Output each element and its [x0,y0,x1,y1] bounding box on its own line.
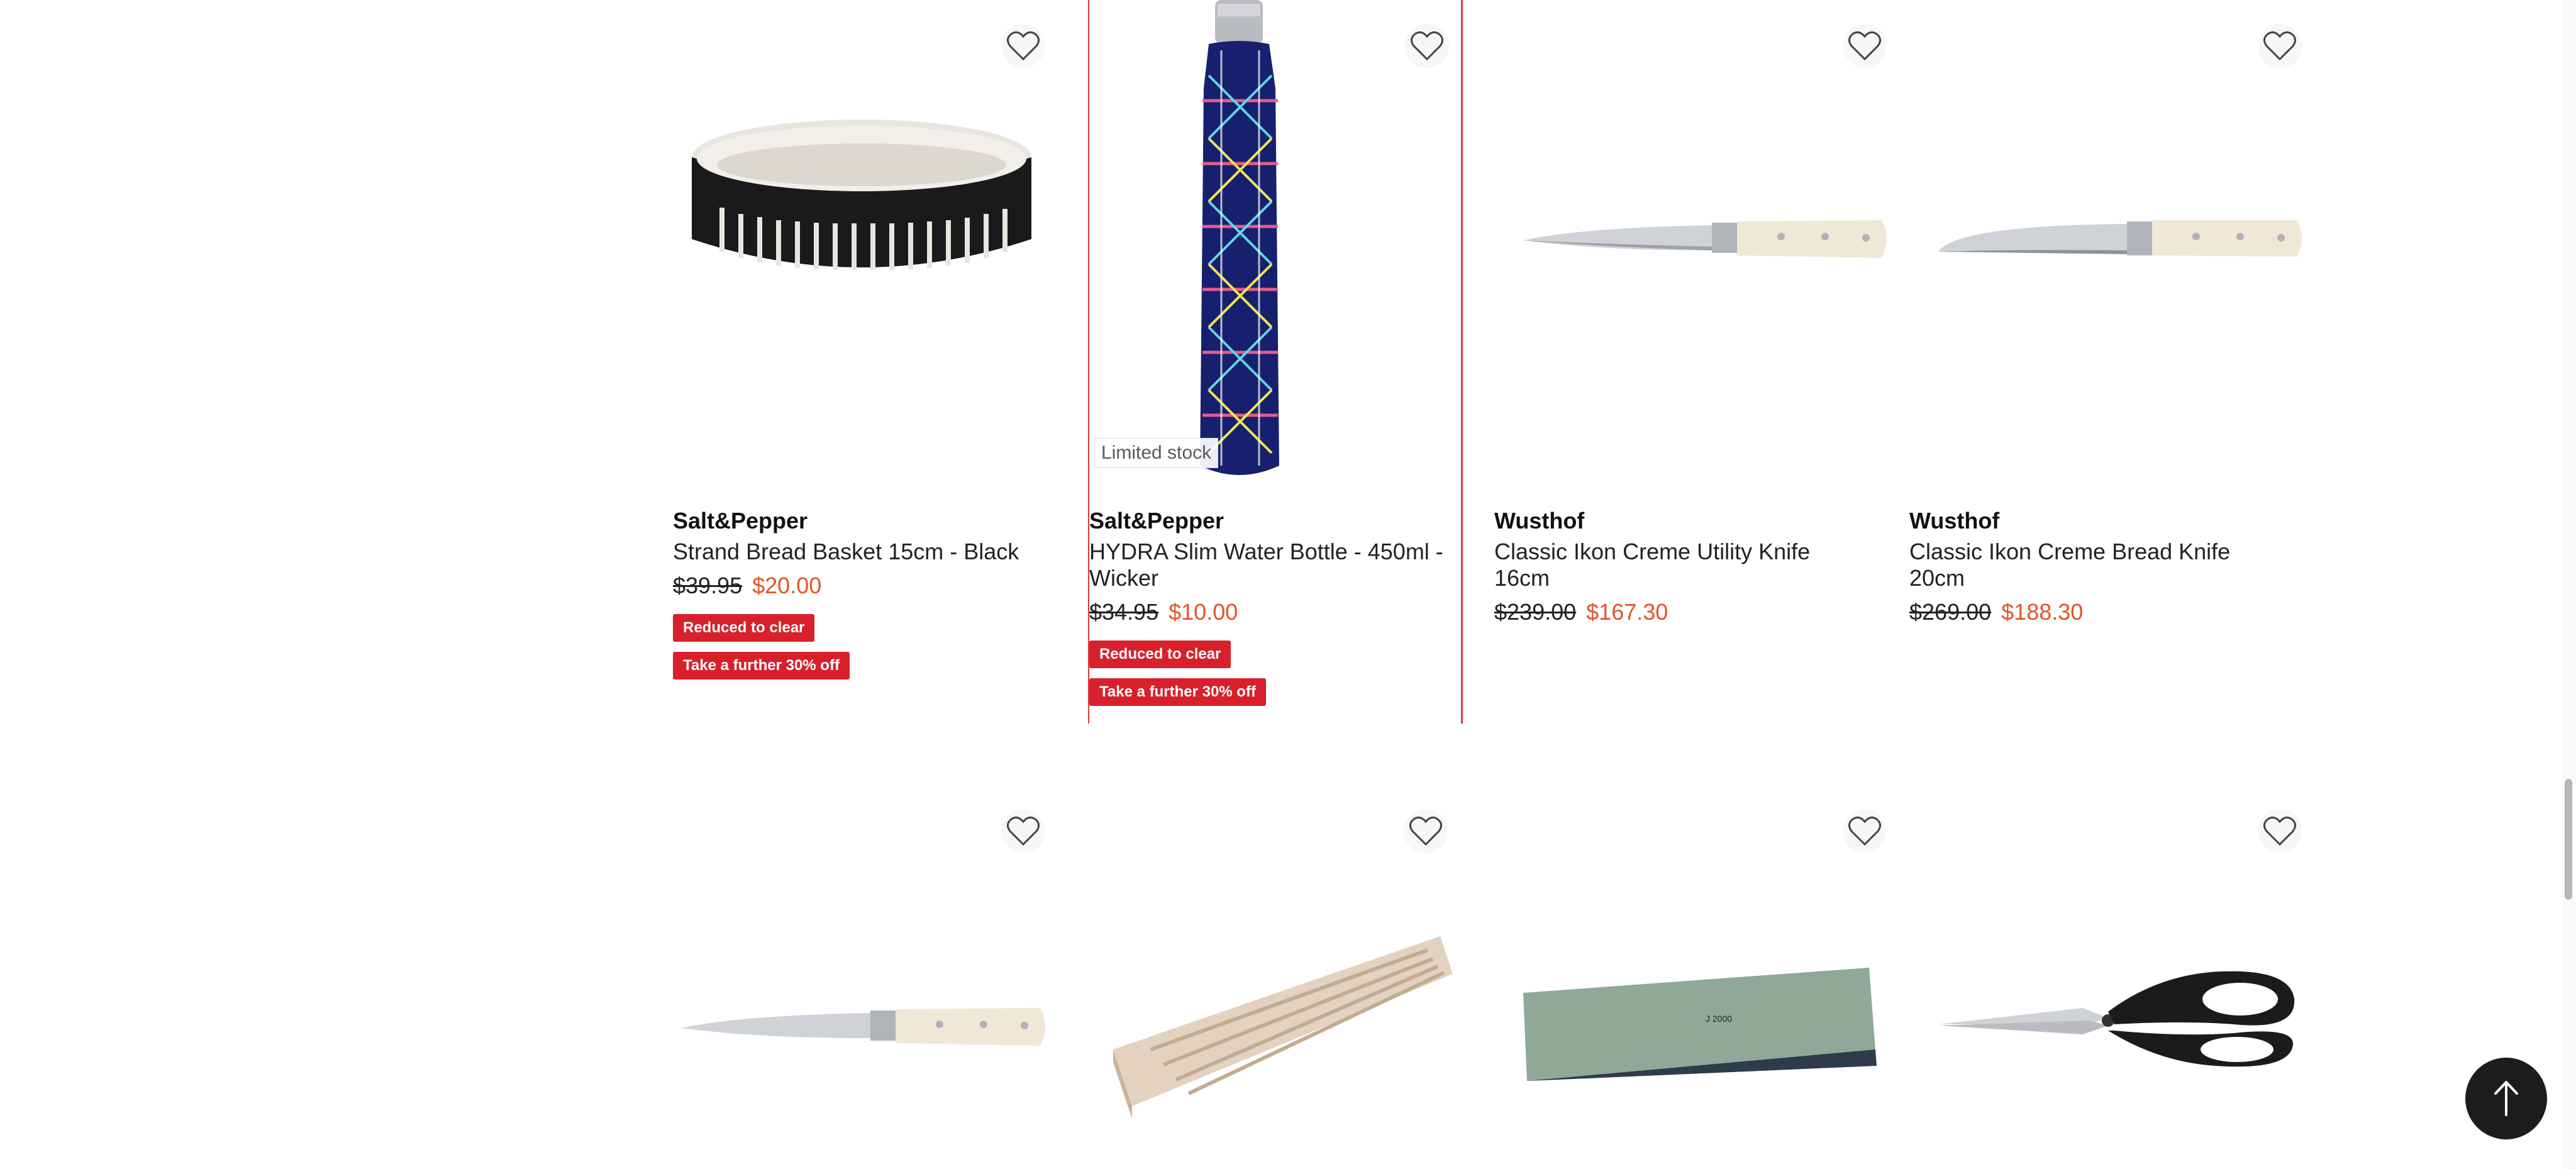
sale-price: $188.30 [2001,599,2084,625]
product-price: $39.95 $20.00 [673,573,1050,599]
heart-icon [2263,816,2296,846]
bread-basket-icon [692,120,1031,270]
wishlist-button[interactable] [1843,24,1887,68]
heart-icon [1007,816,1040,846]
wishlist-button[interactable] [1001,24,1045,68]
reduced-badge: Reduced to clear [673,614,815,642]
product-image[interactable] [663,785,1060,1169]
product-brand[interactable]: Salt&Pepper [673,507,1050,535]
stone-label: J 2000 [1706,1014,1732,1024]
scrollbar-thumb[interactable] [2565,779,2572,900]
product-price: $269.00 $188.30 [1909,599,2287,625]
original-price: $39.95 [673,573,743,598]
bread-knife-icon [1938,220,2302,257]
product-info: Wusthof Classic Ikon Creme Utility Knife… [1494,507,1872,625]
product-card[interactable]: J 2000 [1504,785,1902,1169]
reduced-badge: Reduced to clear [1089,640,1231,668]
heart-icon [1848,816,1881,846]
product-image[interactable]: J 2000 [1504,785,1902,1169]
product-price: $239.00 $167.30 [1494,599,1872,625]
wishlist-button[interactable] [1405,24,1449,68]
sharpening-stone-icon: J 2000 [1523,968,1877,1081]
product-card[interactable]: Wusthof Classic Ikon Creme Utility Knife… [1494,0,1902,629]
scrollbar[interactable] [2562,0,2576,1169]
original-price: $239.00 [1494,599,1577,625]
original-price: $269.00 [1909,599,1992,625]
further-off-badge: Take a further 30% off [673,652,850,680]
heart-icon [1007,31,1040,61]
product-image[interactable] [1088,785,1463,1169]
water-bottle-icon [1200,0,1279,475]
product-card[interactable] [1088,785,1463,1169]
wishlist-button[interactable] [1843,809,1887,853]
kitchen-shears-icon [1938,971,2295,1067]
product-brand[interactable]: Salt&Pepper [1089,507,1448,535]
product-info: Wusthof Classic Ikon Creme Bread Knife 2… [1909,507,2287,625]
heart-icon [1848,31,1881,61]
back-to-top-button[interactable] [2465,1058,2547,1139]
wishlist-button[interactable] [1001,809,1045,853]
product-brand[interactable]: Wusthof [1494,507,1872,535]
sale-price: $167.30 [1586,599,1668,625]
limited-stock-label: Limited stock [1094,438,1219,468]
product-card[interactable]: Salt&Pepper Strand Bread Basket 15cm - B… [663,0,1060,692]
product-image[interactable] [663,0,1060,484]
product-card[interactable] [663,785,1060,1169]
wishlist-button[interactable] [2258,809,2302,853]
wishlist-button[interactable] [1404,809,1448,853]
sale-price: $10.00 [1169,599,1238,625]
product-title[interactable]: Classic Ikon Creme Utility Knife 16cm [1494,539,1872,591]
product-info: Salt&Pepper Strand Bread Basket 15cm - B… [673,507,1050,680]
wishlist-button[interactable] [2258,24,2302,68]
product-image[interactable] [1504,0,1902,484]
product-card[interactable] [1919,785,2317,1169]
utility-knife-icon [1523,220,1887,258]
product-card[interactable]: Wusthof Classic Ikon Creme Bread Knife 2… [1909,0,2317,629]
product-brand[interactable]: Wusthof [1909,507,2287,535]
product-title[interactable]: Strand Bread Basket 15cm - Black [673,539,1050,565]
product-image[interactable] [1919,0,2317,484]
arrow-up-icon [2494,1081,2518,1116]
product-image[interactable]: Limited stock [1089,0,1464,484]
original-price: $34.95 [1089,599,1159,625]
heart-icon [1409,816,1442,846]
sale-price: $20.00 [752,573,822,598]
product-title[interactable]: HYDRA Slim Water Bottle - 450ml - Wicker [1089,539,1448,591]
badge-list: Reduced to clear Take a further 30% off [1089,630,1448,706]
product-info: Salt&Pepper HYDRA Slim Water Bottle - 45… [1089,507,1448,706]
product-card[interactable]: Limited stock Salt&Pepper HYDRA Slim Wat… [1088,0,1463,724]
product-title[interactable]: Classic Ikon Creme Bread Knife 20cm [1909,539,2287,591]
knife-icon [682,1008,1045,1046]
heart-icon [1411,31,1443,61]
product-image[interactable] [1919,785,2317,1169]
heart-icon [2263,31,2296,61]
product-price: $34.95 $10.00 [1089,599,1448,625]
further-off-badge: Take a further 30% off [1089,678,1266,706]
badge-list: Reduced to clear Take a further 30% off [673,604,1050,680]
